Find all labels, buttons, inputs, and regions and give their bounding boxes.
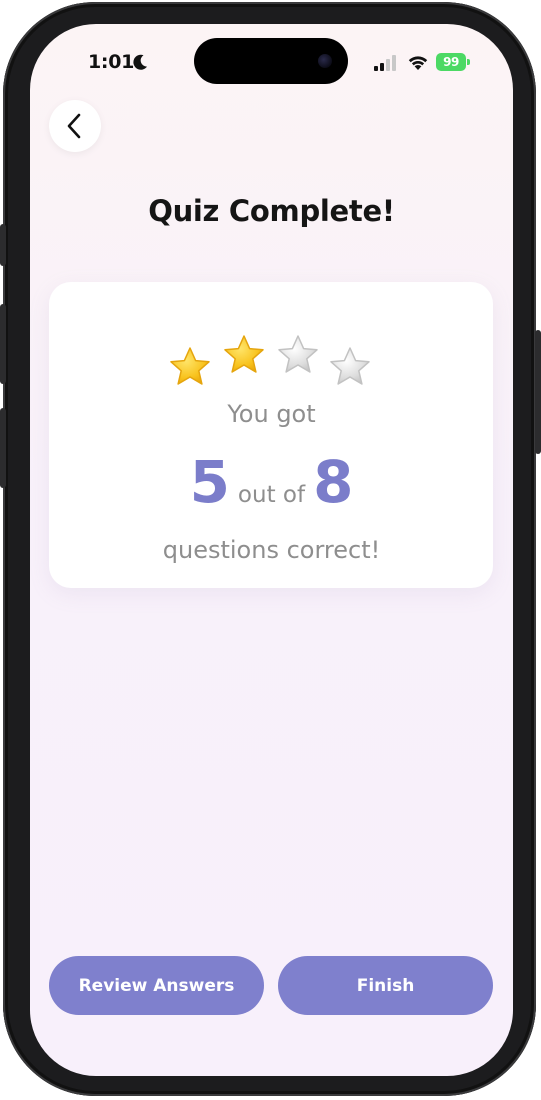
star-icon-filled [170, 347, 210, 385]
score-out-of-label: out of [237, 482, 306, 508]
status-bar: 1:01 99 [30, 24, 513, 94]
star-icon-empty [278, 335, 318, 373]
battery-tip [467, 59, 470, 65]
star-icon-filled [224, 335, 264, 373]
review-answers-label: Review Answers [78, 975, 235, 996]
you-got-label: You got [227, 400, 316, 428]
moon-icon [133, 54, 147, 70]
power-button [535, 330, 541, 454]
questions-correct-label: questions correct! [162, 536, 381, 564]
dynamic-island [194, 38, 348, 84]
front-camera [318, 54, 332, 68]
battery-level: 99 [443, 55, 459, 69]
finish-button[interactable]: Finish [278, 956, 493, 1015]
back-button[interactable] [49, 100, 101, 152]
action-button [0, 224, 6, 266]
cellular-signal-icon [374, 55, 396, 71]
star-icon-empty [330, 347, 370, 385]
score-row: 5 out of 8 [30, 448, 513, 518]
page-title: Quiz Complete! [148, 194, 395, 228]
volume-up-button [0, 304, 6, 384]
chevron-left-icon [67, 113, 81, 139]
score-correct: 5 [189, 448, 230, 516]
finish-label: Finish [356, 975, 415, 996]
app-screen: 1:01 99 Quiz Complete! You got 5 out of … [30, 24, 513, 1076]
score-total: 8 [313, 448, 354, 516]
status-time: 1:01 [88, 51, 135, 73]
battery-indicator: 99 [436, 53, 466, 71]
review-answers-button[interactable]: Review Answers [49, 956, 264, 1015]
wifi-icon [408, 56, 428, 70]
volume-down-button [0, 408, 6, 488]
